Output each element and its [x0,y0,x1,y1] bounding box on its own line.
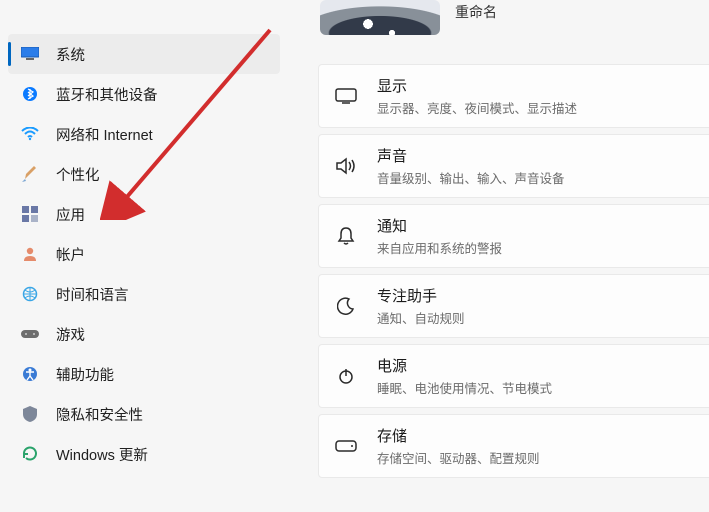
card-title: 专注助手 [377,285,465,306]
sidebar-item-apps[interactable]: 应用 [8,194,280,234]
card-title: 显示 [377,75,577,96]
card-title: 声音 [377,145,565,166]
card-sound[interactable]: 声音 音量级别、输出、输入、声音设备 [318,134,709,198]
sidebar-item-label: 个性化 [56,164,100,185]
card-notifications[interactable]: 通知 来自应用和系统的警报 [318,204,709,268]
device-info: 重命名 [455,0,497,22]
shield-icon [20,404,40,424]
sidebar-item-system[interactable]: 系统 [8,34,280,74]
display-icon [335,85,357,107]
sound-icon [335,155,357,177]
sidebar-item-label: 隐私和安全性 [56,404,143,425]
apps-icon [20,204,40,224]
sidebar-item-windows-update[interactable]: Windows 更新 [8,434,280,474]
sidebar-item-network[interactable]: 网络和 Internet [8,114,280,154]
globe-clock-icon [20,284,40,304]
rename-link[interactable]: 重命名 [455,2,497,22]
sidebar-item-label: 时间和语言 [56,284,129,305]
sidebar-item-label: 游戏 [56,324,85,345]
card-subtitle: 来自应用和系统的警报 [377,238,502,257]
card-focus-assist[interactable]: 专注助手 通知、自动规则 [318,274,709,338]
card-subtitle: 存储空间、驱动器、配置规则 [377,448,540,467]
moon-icon [335,295,357,317]
sidebar-item-label: Windows 更新 [56,444,148,465]
settings-sidebar: 系统 蓝牙和其他设备 网络和 Internet 个性化 [0,0,288,512]
device-wallpaper-thumb [320,0,440,35]
sidebar-item-label: 系统 [56,44,85,65]
sidebar-item-privacy[interactable]: 隐私和安全性 [8,394,280,434]
sidebar-item-time-language[interactable]: 时间和语言 [8,274,280,314]
bluetooth-icon [20,84,40,104]
paintbrush-icon [20,164,40,184]
card-subtitle: 睡眠、电池使用情况、节电模式 [377,378,552,397]
bell-icon [335,225,357,247]
sidebar-item-bluetooth[interactable]: 蓝牙和其他设备 [8,74,280,114]
card-power[interactable]: 电源 睡眠、电池使用情况、节电模式 [318,344,709,408]
sidebar-item-label: 辅助功能 [56,364,114,385]
card-subtitle: 通知、自动规则 [377,308,465,327]
sidebar-item-gaming[interactable]: 游戏 [8,314,280,354]
sidebar-item-label: 帐户 [56,244,85,265]
power-icon [335,365,357,387]
card-storage[interactable]: 存储 存储空间、驱动器、配置规则 [318,414,709,478]
card-title: 通知 [377,215,502,236]
storage-icon [335,435,357,457]
card-title: 存储 [377,425,540,446]
sidebar-item-label: 网络和 Internet [56,124,153,145]
sidebar-item-personalization[interactable]: 个性化 [8,154,280,194]
sidebar-item-label: 蓝牙和其他设备 [56,84,158,105]
gamepad-icon [20,324,40,344]
system-icon [20,44,40,64]
wifi-icon [20,124,40,144]
person-icon [20,244,40,264]
sidebar-item-accessibility[interactable]: 辅助功能 [8,354,280,394]
card-title: 电源 [377,355,552,376]
card-subtitle: 音量级别、输出、输入、声音设备 [377,168,565,187]
card-display[interactable]: 显示 显示器、亮度、夜间模式、显示描述 [318,64,709,128]
update-icon [20,444,40,464]
card-subtitle: 显示器、亮度、夜间模式、显示描述 [377,98,577,117]
main-panel: 显示 显示器、亮度、夜间模式、显示描述 声音 音量级别、输出、输入、声音设备 通… [288,0,709,512]
accessibility-icon [20,364,40,384]
sidebar-item-accounts[interactable]: 帐户 [8,234,280,274]
sidebar-item-label: 应用 [56,204,85,225]
